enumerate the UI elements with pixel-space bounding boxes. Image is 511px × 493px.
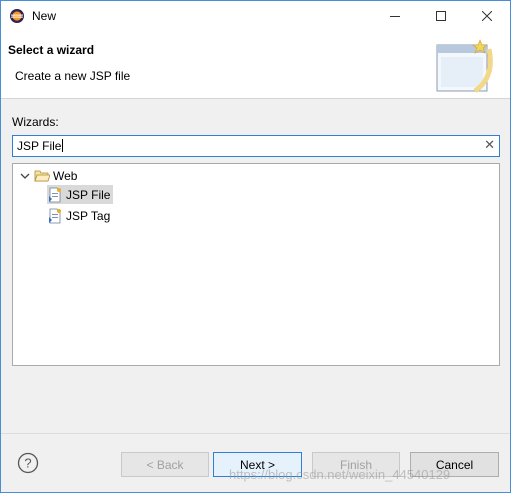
maximize-button[interactable]: [418, 1, 464, 31]
jsp-file-icon: [49, 187, 61, 202]
minimize-button[interactable]: [372, 1, 418, 31]
close-button[interactable]: [464, 1, 510, 31]
finish-button[interactable]: Finish: [312, 452, 400, 477]
tree-item-jsp-tag[interactable]: JSP Tag: [47, 206, 113, 225]
tree-item-label: JSP Tag: [66, 208, 111, 223]
maximize-icon: [436, 11, 446, 21]
minimize-icon: [390, 16, 400, 17]
help-icon[interactable]: ?: [17, 452, 39, 474]
back-button[interactable]: < Back: [121, 452, 209, 477]
page-description: Create a new JSP file: [15, 69, 131, 83]
svg-text:?: ?: [24, 456, 31, 471]
title-bar[interactable]: New: [1, 1, 510, 31]
close-icon: [482, 11, 492, 21]
wizards-label: Wizards:: [12, 115, 59, 129]
wizard-banner-icon: [436, 39, 493, 94]
cancel-button[interactable]: Cancel: [410, 452, 499, 477]
wizard-filter-input[interactable]: JSP File ✕: [12, 135, 500, 157]
next-button[interactable]: Next >: [213, 452, 302, 477]
open-folder-icon: [34, 170, 50, 181]
chevron-down-icon[interactable]: [19, 170, 31, 182]
tree-item-label: JSP File: [66, 187, 111, 202]
tree-item-jsp-file[interactable]: JSP File: [47, 185, 114, 204]
jsp-file-icon: [49, 208, 61, 223]
new-wizard-dialog: New Select a wizard Create a new JSP fil…: [0, 0, 511, 493]
clear-icon[interactable]: ✕: [484, 137, 495, 153]
filter-text: JSP File: [17, 139, 64, 153]
window-title: New: [32, 9, 57, 23]
wizard-tree[interactable]: Web JSP File JSP Tag: [12, 163, 500, 366]
tree-item-label: Web: [53, 168, 78, 183]
tree-item-web[interactable]: Web: [19, 166, 80, 185]
wizard-header: Select a wizard Create a new JSP file: [1, 31, 510, 99]
page-title: Select a wizard: [8, 43, 95, 57]
footer-divider: [1, 433, 510, 434]
eclipse-app-icon: [10, 9, 24, 23]
